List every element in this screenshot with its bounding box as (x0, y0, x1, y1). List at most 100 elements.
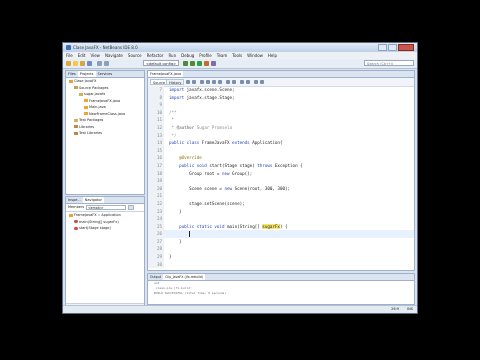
menu-item-debug[interactable]: Debug (181, 53, 194, 58)
tab-files[interactable]: Files (66, 71, 78, 77)
forward-icon[interactable] (192, 80, 196, 84)
tab-projects[interactable]: Projects (77, 71, 96, 77)
tab-services[interactable]: Services (96, 71, 115, 77)
title-bar[interactable]: Clase JavaFX - NetBeans IDE 8.0 (63, 43, 417, 52)
method-icon (74, 226, 78, 230)
code-line: 22 stage.setScene(scene); (148, 199, 414, 208)
shift-left-icon[interactable] (226, 80, 230, 84)
line-number: 20 (148, 184, 164, 193)
maximize-button[interactable] (388, 44, 397, 51)
back-icon[interactable] (186, 80, 190, 84)
open-project-icon[interactable] (80, 61, 85, 66)
uncomment-icon[interactable] (260, 80, 264, 84)
minimize-button[interactable] (378, 44, 387, 51)
project-tree-label: FrameJavaFX.java (89, 98, 121, 103)
debug-icon[interactable] (204, 61, 209, 66)
code-token: @author (176, 124, 195, 130)
menu-item-tools[interactable]: Tools (232, 53, 242, 58)
code-token: ) { (279, 223, 288, 229)
line-number: 19 (148, 177, 164, 185)
project-tree-label: sugar.javafx (84, 92, 106, 96)
line-number: 12 (148, 123, 164, 132)
project-tree-label: Test Packages (79, 118, 104, 122)
undo-icon[interactable] (97, 61, 102, 66)
history-tab[interactable]: History (166, 79, 185, 85)
code-line: 23 } (148, 207, 414, 216)
tab-output[interactable]: Output (148, 274, 163, 280)
navigator-item[interactable]: start(Stage stage) (66, 225, 144, 232)
toggle-bookmark-icon[interactable] (206, 80, 210, 84)
line-number: 26 (148, 230, 164, 238)
line-number: 23 (148, 207, 164, 216)
menu-item-window[interactable]: Window (247, 53, 263, 58)
code-token: import (169, 94, 187, 100)
menu-item-refactor[interactable]: Refactor (147, 53, 164, 58)
editor-file-tabs: FrameJavaFX.java (148, 71, 414, 78)
run-icon[interactable] (197, 61, 202, 66)
menu-item-edit[interactable]: Edit (78, 53, 86, 58)
menu-item-file[interactable]: File (66, 53, 73, 58)
search-input[interactable]: Search (Ctrl+I) (364, 60, 414, 66)
prev-bookmark-icon[interactable] (212, 80, 216, 84)
editor-file-tab[interactable]: FrameJavaFX.java (148, 71, 184, 77)
project-tree: Clase JavaFX Source Packages sugar.javafx F… (66, 78, 144, 137)
project-tree-item[interactable]: Test Libraries (66, 130, 144, 137)
macro-record-icon[interactable] (240, 80, 244, 84)
next-bookmark-icon[interactable] (218, 80, 222, 84)
main-toolbar: <default config> Search (Ctrl+I) (63, 59, 417, 69)
menu-item-source[interactable]: Source (128, 53, 142, 58)
java-file-icon (84, 105, 88, 109)
shift-right-icon[interactable] (232, 80, 236, 84)
configuration-select[interactable]: <default config> (143, 60, 179, 66)
navigator-item-label: start(Stage stage) (79, 226, 111, 230)
project-icon (69, 79, 73, 83)
build-icon[interactable] (183, 61, 188, 66)
menu-item-run[interactable]: Run (168, 53, 176, 58)
redo-icon[interactable] (104, 61, 109, 66)
tab-inspector[interactable]: Inspe... (66, 197, 83, 203)
profile-icon[interactable] (211, 61, 216, 66)
new-project-icon[interactable] (66, 61, 71, 66)
clean-build-icon[interactable] (190, 61, 195, 66)
menu-item-help[interactable]: Help (268, 53, 277, 58)
close-button[interactable] (398, 44, 414, 51)
tab-navigator[interactable]: Navigator (82, 197, 104, 203)
menu-item-profile[interactable]: Profile (199, 53, 211, 58)
code-line: 16 @Override (148, 154, 414, 162)
navigator-panel-tabs: Inspe... Navigator (66, 197, 144, 204)
code-token: Group(); (232, 170, 253, 176)
code-token: */ (169, 132, 177, 138)
project-tree-label: Libraries (79, 124, 95, 129)
project-tree-label: Clase JavaFX (74, 79, 97, 83)
code-token: } (169, 208, 182, 214)
save-all-icon[interactable] (87, 61, 92, 66)
find-icon[interactable] (200, 80, 204, 84)
code-token: Scene scene = (169, 185, 225, 191)
java-file-icon (84, 99, 88, 102)
folder-icon (74, 118, 78, 122)
menu-item-view[interactable]: View (90, 53, 100, 58)
members-filter-dropdown-icon[interactable] (128, 205, 134, 210)
project-tree-label: Main.java (89, 105, 106, 109)
menu-item-navigate[interactable]: Navigate (105, 53, 123, 58)
members-filter-select[interactable]: <empty> (86, 205, 126, 210)
tab-output-run[interactable]: Clip_JavaFX (jfx-rebuild) (163, 274, 206, 280)
code-token: Scene(root, 300, 300); (234, 185, 291, 191)
menu-item-team[interactable]: Team (217, 53, 228, 58)
line-number: 17 (148, 161, 164, 170)
navigator-item-label: FrameJavaFX :: Application (74, 213, 121, 217)
code-token: * (169, 117, 175, 123)
code-token: start(Stage stage) (209, 162, 258, 168)
macro-stop-icon[interactable] (246, 80, 250, 84)
code-line: 14 public class FrameJavaFX extends Appli… (148, 139, 414, 147)
code-area[interactable]: 7 import javafx.scene.Scene; 8 import javaf… (148, 86, 414, 270)
code-editor: FrameJavaFX.java Source History 7 import … (147, 70, 415, 271)
new-file-icon[interactable] (73, 61, 78, 66)
line-number: 24 (148, 215, 164, 223)
code-token: javafx.stage.Stage; (186, 94, 235, 100)
code-line: 28 (148, 245, 414, 254)
project-tree-label: NewFrameClass.java (89, 111, 126, 116)
comment-icon[interactable] (254, 80, 258, 84)
code-line: 11 * (148, 116, 414, 124)
